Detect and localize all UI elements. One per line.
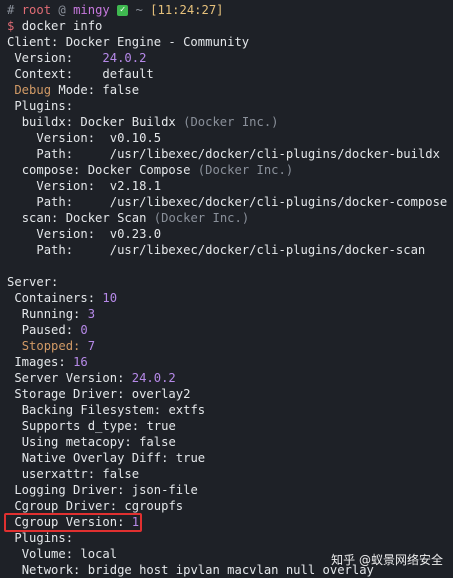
terminal-output: # root @ mingy ✓ ~ [11:24:27] $ docker i… [7,2,453,578]
server-storage-driver: Storage Driver: overlay2 [14,387,191,401]
prompt-dollar: $ [7,19,15,33]
plugin-scan: scan: Docker Scan (Docker Inc.) [21,211,250,225]
prompt-user: root [21,3,52,17]
plugin-compose-version: Version: v2.18.1 [36,179,162,193]
command-text: docker info [21,19,103,33]
prompt-host: mingy [73,3,110,17]
client-version: Version: 24.0.2 [14,51,147,65]
server-header: Server: [7,275,59,289]
client-debug: Debug Mode: false [14,83,140,97]
server-cgroup-driver: Cgroup Driver: cgroupfs [14,499,184,513]
plugin-scan-path: Path: /usr/libexec/docker/cli-plugins/do… [36,243,426,257]
server-logging-driver: Logging Driver: json-file [14,483,198,497]
server-metacopy: Using metacopy: false [21,435,176,449]
server-plugins: Plugins: [14,531,74,545]
server-running: Running: 3 [21,307,96,321]
command-line[interactable]: $ docker info [7,18,453,34]
plugin-buildx-path: Path: /usr/libexec/docker/cli-plugins/do… [36,147,440,161]
prompt-dir: ~ [135,3,143,17]
plugin-buildx-version: Version: v0.10.5 [36,131,162,145]
check-icon: ✓ [117,5,129,16]
server-userxattr: userxattr: false [21,467,140,481]
watermark: 知乎 @蚁景网络安全 [331,553,443,567]
cgroup-version-highlight-box [4,513,142,532]
prompt-hash: # [7,3,15,17]
server-paused: Paused: 0 [21,323,88,337]
server-containers: Containers: 10 [14,291,118,305]
server-backing-fs: Backing Filesystem: extfs [21,403,206,417]
plugin-compose: compose: Docker Compose (Docker Inc.) [21,163,294,177]
prompt-time: [11:24:27] [150,3,224,17]
plugin-buildx: buildx: Docker Buildx (Docker Inc.) [21,115,279,129]
client-context: Context: default [14,67,154,81]
plugin-compose-path: Path: /usr/libexec/docker/cli-plugins/do… [36,195,448,209]
prompt-line: # root @ mingy ✓ ~ [11:24:27] [7,2,453,18]
server-overlay-diff: Native Overlay Diff: true [21,451,206,465]
client-plugins: Plugins: [14,99,74,113]
client-header: Client: Docker Engine - Community [7,35,250,49]
server-version: Server Version: 24.0.2 [14,371,176,385]
server-dtype: Supports d_type: true [21,419,176,433]
server-stopped: Stopped: 7 [21,339,96,353]
plugin-scan-version: Version: v0.23.0 [36,227,162,241]
server-images: Images: 16 [14,355,88,369]
prompt-at: @ [58,3,66,17]
